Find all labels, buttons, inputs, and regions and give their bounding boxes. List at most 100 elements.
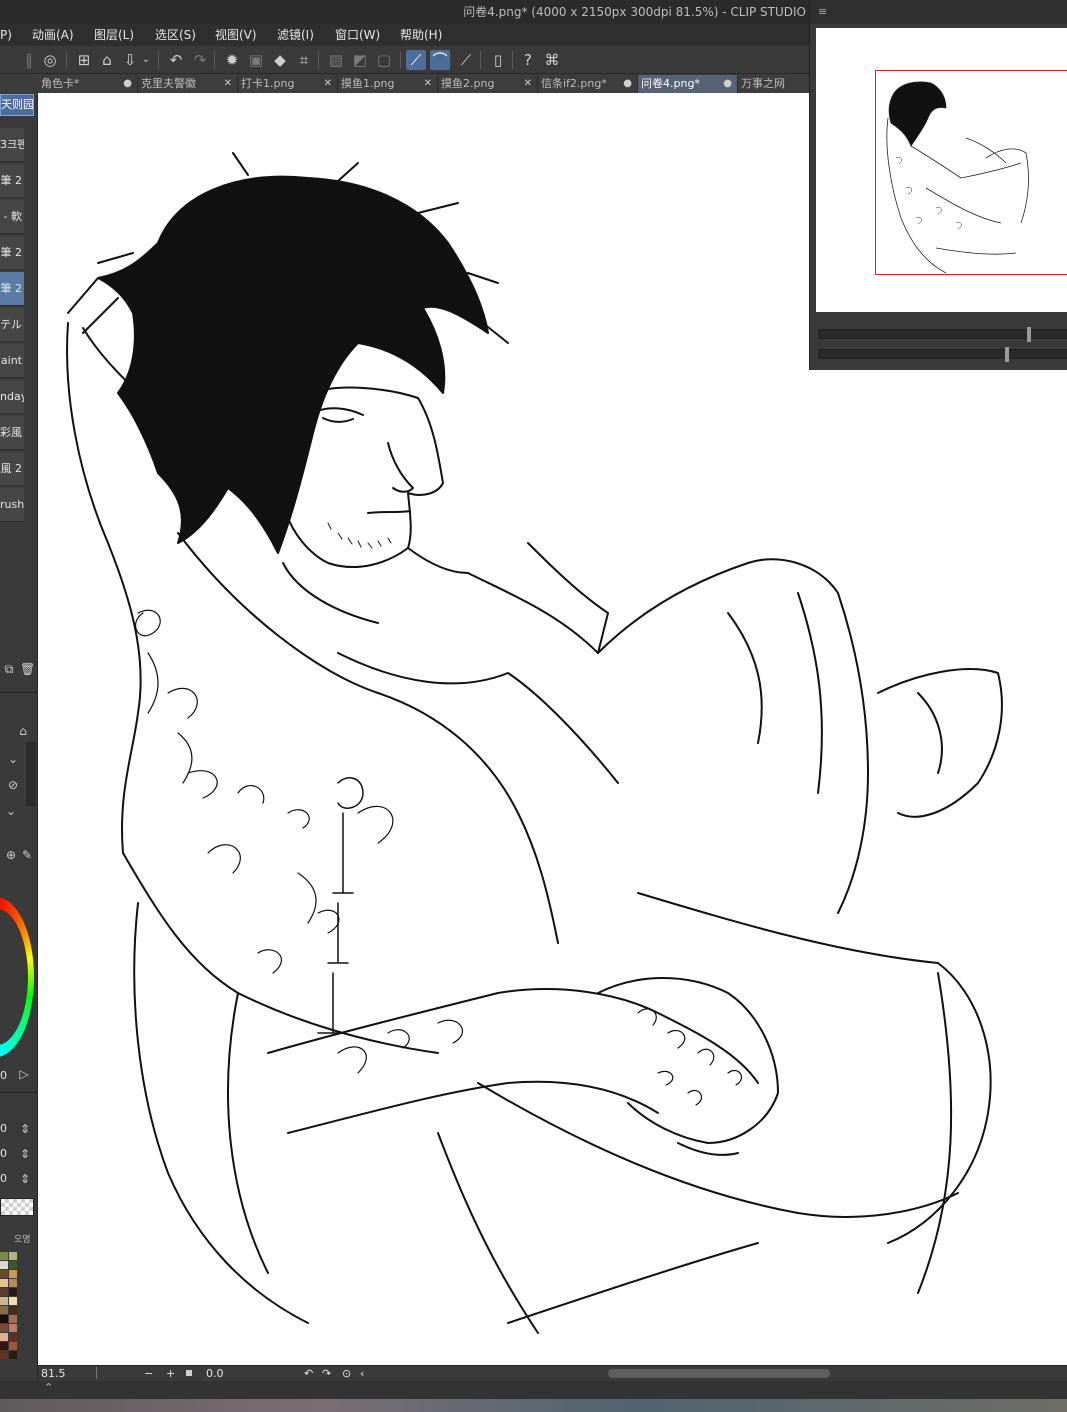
rotate-slider-knob[interactable] <box>1005 347 1009 362</box>
tab-unsaved-icon[interactable]: ● <box>123 75 132 93</box>
color-field[interactable]: 0 <box>0 1172 7 1185</box>
rotate-right-icon[interactable]: ↷ <box>322 1367 331 1381</box>
tab-questionnaire4[interactable]: 问卷4.png* ● <box>638 75 738 93</box>
chevron-left-icon[interactable]: ‹ <box>360 1367 364 1381</box>
color-swatch[interactable] <box>0 1324 8 1332</box>
menu-item-view[interactable]: 视图(V) <box>215 24 257 46</box>
menu-item-filter[interactable]: 滤镜(I) <box>277 24 314 46</box>
tab-clive-badge[interactable]: 克里夫警徽 ✕ <box>138 75 238 93</box>
chevron-up-icon[interactable]: ⌃ <box>44 1381 53 1394</box>
color-swatch[interactable] <box>9 1297 17 1305</box>
tab-moyu2[interactable]: 摸鱼2.png ✕ <box>438 75 538 93</box>
brush-item[interactable]: nday <box>0 380 24 414</box>
stepper-icon[interactable]: ⇕ <box>18 1122 32 1136</box>
color-swatch[interactable] <box>0 1252 8 1260</box>
horizontal-scrollbar[interactable] <box>608 1369 830 1378</box>
brush-item[interactable]: テル <box>0 308 24 342</box>
color-swatch[interactable] <box>9 1315 17 1323</box>
color-swatch[interactable] <box>0 1351 8 1359</box>
trash-icon[interactable]: 🗑 <box>20 662 35 676</box>
tab-character-card[interactable]: 角色卡* ● <box>38 75 138 93</box>
brush-item[interactable]: 彩風 <box>0 416 24 450</box>
color-swatch[interactable] <box>9 1270 17 1278</box>
help-icon[interactable]: ? <box>518 50 538 70</box>
color-swatch[interactable] <box>9 1351 17 1359</box>
invert-selection-icon[interactable]: ◩ <box>350 50 370 70</box>
tab-unsaved-icon[interactable]: ● <box>623 75 632 93</box>
chevron-down-icon[interactable]: ⌄ <box>4 804 18 818</box>
logo-icon[interactable]: ◎ <box>40 50 60 70</box>
menu-item-window[interactable]: 窗口(W) <box>335 24 380 46</box>
reset-rotation-icon[interactable]: ⊙ <box>342 1367 351 1381</box>
close-icon[interactable]: ✕ <box>524 75 532 93</box>
brush-item[interactable]: - 軟 <box>0 200 24 234</box>
menu-item-select[interactable]: 选区(S) <box>155 24 196 46</box>
brush-set-tab[interactable]: 天则园 <box>0 94 34 116</box>
color-swatch[interactable] <box>0 1288 8 1296</box>
color-swatch[interactable] <box>0 1342 8 1350</box>
close-icon[interactable]: ✕ <box>224 75 232 93</box>
snap-grid-icon[interactable]: ⟋ <box>456 50 476 70</box>
fill-icon[interactable]: ◆ <box>270 50 290 70</box>
fit-icon[interactable] <box>186 1370 192 1376</box>
brush-item[interactable]: 筆 2 <box>0 164 24 198</box>
deselect-icon[interactable]: ▨ <box>326 50 346 70</box>
menu-item-animation[interactable]: 动画(A) <box>32 24 74 46</box>
color-swatch[interactable] <box>0 1261 8 1269</box>
color-swatch[interactable] <box>9 1252 17 1260</box>
lock-icon[interactable]: ⌂ <box>16 724 30 738</box>
chevron-down-icon[interactable]: ⌄ <box>6 752 20 766</box>
undo-icon[interactable]: ↶ <box>166 50 186 70</box>
navigator-menu-icon[interactable]: ≡ <box>810 0 1067 24</box>
color-swatch[interactable] <box>9 1333 17 1341</box>
close-icon[interactable]: ✕ <box>424 75 432 93</box>
redo-icon[interactable]: ↷ <box>190 50 210 70</box>
menu-item-layer[interactable]: 图层(L) <box>94 24 134 46</box>
stepper-icon[interactable]: ⇕ <box>18 1147 32 1161</box>
snap-ruler-icon[interactable]: ⟋ <box>406 50 426 70</box>
brush-item[interactable]: 筆 2 <box>0 236 24 270</box>
color-swatch[interactable] <box>0 1279 8 1287</box>
brush-item[interactable]: rush <box>0 488 24 522</box>
navigator-view-frame[interactable] <box>875 70 1067 275</box>
brush-item[interactable]: aint <box>0 344 24 378</box>
open-file-icon[interactable]: ⌂ <box>97 50 117 70</box>
navigator-rotate-slider[interactable] <box>818 347 1067 362</box>
export-icon[interactable]: ⇩ <box>120 50 140 70</box>
play-icon[interactable]: ▷ <box>17 1067 31 1081</box>
brush-item[interactable]: 風 2 <box>0 452 24 486</box>
tab-xintiao-if2[interactable]: 信条if2.png* ● <box>538 75 638 93</box>
wrench-icon[interactable]: ✎ <box>20 848 34 862</box>
zoom-in-button[interactable]: + <box>166 1367 175 1381</box>
tab-checkin1[interactable]: 打卡1.png ✕ <box>238 75 338 93</box>
stepper-icon[interactable]: ⇕ <box>18 1172 32 1186</box>
color-swatch[interactable] <box>9 1261 17 1269</box>
color-swatch[interactable] <box>0 1297 8 1305</box>
menu-item-help[interactable]: 帮助(H) <box>400 24 442 46</box>
color-swatch[interactable] <box>9 1342 17 1350</box>
color-swatch[interactable] <box>0 1315 8 1323</box>
color-swatch[interactable] <box>9 1288 17 1296</box>
close-icon[interactable]: ✕ <box>324 75 332 93</box>
color-swatch[interactable] <box>0 1333 8 1341</box>
settings-icon[interactable]: ⌘ <box>542 50 562 70</box>
menu-grip-icon[interactable]: ‖ <box>24 50 34 70</box>
color-swatch[interactable] <box>0 1306 8 1314</box>
zoom-out-button[interactable]: − <box>144 1367 153 1381</box>
brush-item[interactable]: 3크펜 <box>0 128 24 162</box>
zoom-value[interactable]: 81.5 <box>41 1367 66 1381</box>
menu-item-file[interactable]: P) <box>0 24 12 46</box>
show-selection-icon[interactable]: ▢ <box>374 50 394 70</box>
rotation-value[interactable]: 0.0 <box>206 1367 224 1381</box>
color-swatch[interactable] <box>0 1270 8 1278</box>
duplicate-icon[interactable]: ⧉ <box>2 662 16 676</box>
color-field[interactable]: 0 <box>0 1147 7 1160</box>
color-swatch[interactable] <box>9 1279 17 1287</box>
tab-web-of-all[interactable]: 万事之网 <box>738 75 810 93</box>
clear-layer-icon[interactable]: ▣ <box>246 50 266 70</box>
color-field[interactable]: 0 <box>0 1122 7 1135</box>
color-swatch[interactable] <box>9 1306 17 1314</box>
navigator-preview[interactable] <box>816 28 1067 312</box>
color-swatch[interactable] <box>9 1324 17 1332</box>
property-scrollbar[interactable] <box>26 742 36 806</box>
